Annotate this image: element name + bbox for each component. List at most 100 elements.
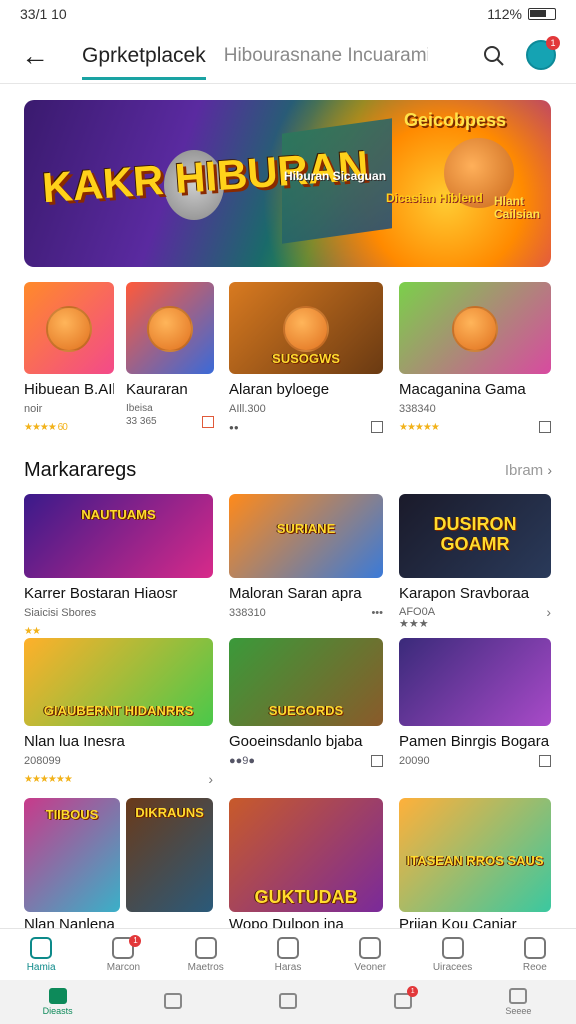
market-row-1: NAUTUAMS Karrer Bostaran Hiaosr Siaicisi… bbox=[24, 494, 552, 637]
thumb-text: DUSIRON GOAMR bbox=[433, 514, 517, 554]
tab-label: Haras bbox=[274, 961, 302, 973]
thumb-text: NAUTUAMS bbox=[81, 507, 156, 522]
square-icon bbox=[279, 993, 297, 1009]
game-card[interactable]: SUEGORDS Gooeinsdanlo bjaba ●●9● bbox=[229, 638, 383, 768]
game-thumb: ITASEAN RROS SAUS bbox=[399, 798, 551, 912]
chevron-right-icon[interactable]: › bbox=[546, 605, 551, 619]
section-title: Markararegs bbox=[24, 458, 137, 481]
tab-label: Maetros bbox=[187, 961, 224, 973]
thumb-text: GIAUBERNT HIDANRRS bbox=[43, 703, 194, 718]
tab-clock[interactable]: Haras bbox=[247, 929, 329, 980]
more-dots-icon[interactable]: ••• bbox=[371, 607, 383, 619]
bookmark-icon[interactable] bbox=[539, 421, 551, 433]
featured-card[interactable]: Kauraran Ibeisa 33 365 bbox=[126, 282, 214, 430]
tab-label: Veoner bbox=[354, 961, 387, 973]
game-card[interactable]: GUKTUDAB Wopo Dulpon ina bbox=[229, 798, 383, 930]
chevron-right-icon[interactable]: › bbox=[208, 771, 213, 787]
section-more-label: Ibram bbox=[504, 461, 544, 479]
battery-icon bbox=[528, 8, 556, 20]
card-title: Karrer Bostaran Hiaosr bbox=[24, 585, 178, 602]
section-more-link[interactable]: Ibram › bbox=[505, 462, 552, 479]
tab-label: Hamia bbox=[26, 961, 56, 973]
avatar[interactable]: 1 bbox=[526, 36, 560, 70]
card-sub: noir bbox=[24, 403, 43, 415]
tab-label: Marcon bbox=[106, 961, 141, 973]
featured-thumb bbox=[399, 282, 551, 374]
bookmark-icon[interactable] bbox=[371, 421, 383, 433]
tab-search[interactable]: Reoe bbox=[494, 929, 576, 980]
store-icon bbox=[194, 936, 217, 959]
thumb-text: ITASEAN RROS SAUS bbox=[406, 853, 544, 868]
game-thumb: DIKRAUNS bbox=[126, 798, 213, 912]
card-sub: ●●9● bbox=[229, 755, 256, 767]
bookmark-icon[interactable] bbox=[371, 755, 383, 767]
market-row-2: GIAUBERNT HIDANRRS Nlan lua Inesra 20809… bbox=[24, 638, 552, 787]
game-card[interactable]: DUSIRON GOAMR Karapon Sravboraa AFO0A ★★… bbox=[399, 494, 551, 632]
thumb-text: SUSOGWS bbox=[272, 351, 340, 366]
thumb-text: DIKRAUNS bbox=[135, 805, 204, 820]
game-card[interactable]: TIIBOUS Nlan Nanlena bbox=[24, 798, 120, 930]
game-thumb: SUEGORDS bbox=[229, 638, 383, 726]
tab-bag[interactable]: Marcon 1 bbox=[82, 929, 164, 980]
game-card[interactable]: NAUTUAMS Karrer Bostaran Hiaosr Siaicisi… bbox=[24, 494, 213, 638]
game-card[interactable]: GIAUBERNT HIDANRRS Nlan lua Inesra 20809… bbox=[24, 638, 213, 787]
app-bar: ← Gprketplacek Hibourasnane Incuarami 1 bbox=[0, 28, 576, 84]
card-title: Gooeinsdanlo bjaba bbox=[229, 733, 363, 750]
hero-top-right: Geicobpess bbox=[404, 110, 507, 130]
bookmark-icon[interactable] bbox=[202, 416, 214, 428]
game-thumb: GIAUBERNT HIDANRRS bbox=[24, 638, 213, 726]
nav-home[interactable]: Dieasts bbox=[0, 980, 115, 1024]
card-title: Maloran Saran apra bbox=[229, 585, 362, 602]
thumb-text: SURIANE bbox=[276, 521, 336, 536]
bookmark-icon[interactable] bbox=[539, 755, 551, 767]
status-battery-text: 112% bbox=[487, 6, 522, 22]
featured-thumb bbox=[24, 282, 114, 374]
badge-icon bbox=[359, 936, 382, 959]
arrow-left-icon[interactable]: ← bbox=[0, 28, 70, 84]
hero-mid-label: Hiburan Sicaguan bbox=[284, 169, 387, 183]
game-thumb: SURIANE bbox=[229, 494, 383, 578]
home-icon bbox=[48, 988, 67, 1004]
game-card[interactable]: ITASEAN RROS SAUS Priian Kou Caniar bbox=[399, 798, 551, 930]
nav-user[interactable] bbox=[115, 980, 230, 1024]
nav-badge: 1 bbox=[407, 986, 419, 997]
tab-label: Uiracees bbox=[432, 961, 473, 973]
featured-thumb: SUSOGWS bbox=[229, 282, 383, 374]
featured-thumb bbox=[126, 282, 214, 374]
nav-label: Seeee bbox=[505, 1006, 532, 1016]
card-sub: 338340 bbox=[399, 403, 436, 415]
featured-card[interactable]: Hibuean B.AIk noir ★★★★ 60 bbox=[24, 282, 114, 434]
search-icon bbox=[523, 936, 546, 959]
card-sub: Siaicisi Sbores bbox=[24, 607, 97, 619]
card-sub: Ibeisa 33 365 bbox=[126, 403, 157, 427]
thumb-text: SUEGORDS bbox=[268, 703, 344, 718]
search-doc-icon bbox=[441, 936, 464, 959]
tab-badge[interactable]: Veoner bbox=[329, 929, 411, 980]
thumb-text: GUKTUDAB bbox=[254, 887, 358, 907]
nav-music[interactable]: 1 bbox=[346, 980, 461, 1024]
search-icon[interactable] bbox=[480, 42, 508, 70]
hero-banner[interactable]: KAKR HIBURAN Geicobpess Hiburan Sicaguan… bbox=[24, 100, 551, 267]
featured-row: Hibuean B.AIk noir ★★★★ 60 Kauraran Ibei… bbox=[24, 282, 552, 434]
featured-card[interactable]: SUSOGWS Alaran byloege AIll.300 ●● bbox=[229, 282, 383, 434]
game-thumb: DUSIRON GOAMR bbox=[399, 494, 551, 578]
tab-marketplace[interactable]: Gprketplacek bbox=[70, 28, 218, 84]
card-title: Macaganina Gama bbox=[399, 381, 526, 398]
tab-search-doc[interactable]: Uiracees bbox=[411, 929, 493, 980]
tab-store[interactable]: Maetros bbox=[165, 929, 247, 980]
card-title: Karapon Sravboraa bbox=[399, 585, 530, 602]
featured-card[interactable]: Macaganina Gama 338340 ★★★★★ bbox=[399, 282, 551, 434]
game-card[interactable]: Pamen Binrgis Bogara 20090 bbox=[399, 638, 551, 768]
game-card[interactable]: SURIANE Maloran Saran apra 338310 ••• bbox=[229, 494, 383, 620]
nav-square[interactable] bbox=[230, 980, 345, 1024]
card-rating: ★★★★★★ bbox=[24, 773, 73, 785]
card-title: Alaran byloege bbox=[229, 381, 330, 398]
nav-menu[interactable]: Seeee bbox=[461, 980, 576, 1024]
tab-home[interactable]: Hamia bbox=[0, 929, 82, 980]
user-icon bbox=[163, 993, 182, 1009]
home-icon bbox=[30, 936, 53, 959]
tab-hiburan[interactable]: Hibourasnane Incuarami bbox=[218, 45, 428, 67]
card-sub: 208099 bbox=[24, 755, 61, 767]
game-thumb: GUKTUDAB bbox=[229, 798, 383, 912]
game-card[interactable]: DIKRAUNS bbox=[126, 798, 213, 912]
